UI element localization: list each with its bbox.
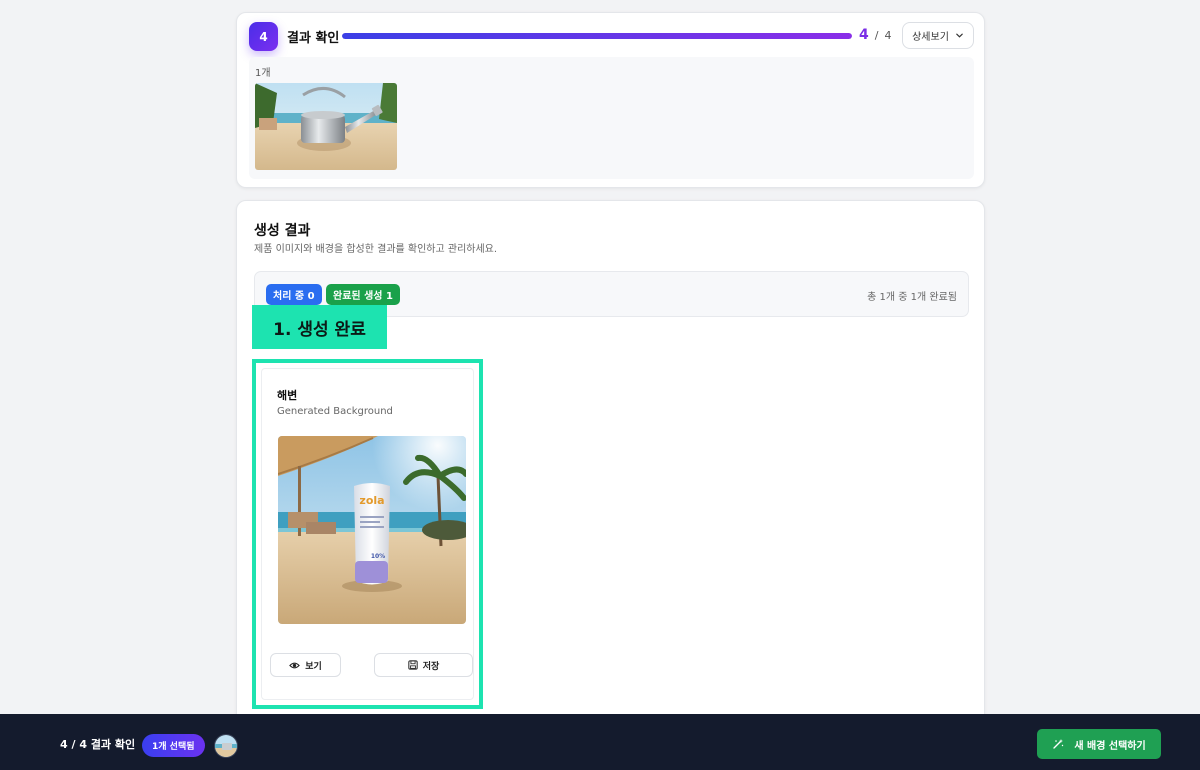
completed-badge: 완료된 생성 1 <box>326 284 400 305</box>
result-card-subtitle: Generated Background <box>277 406 393 417</box>
step-title: 결과 확인 <box>287 31 340 46</box>
selected-count-badge: 1개 선택됨 <box>142 734 205 757</box>
eye-icon <box>289 662 301 668</box>
processing-badge: 처리 중 0 <box>266 284 322 305</box>
view-button-label: 보기 <box>305 661 322 672</box>
result-card-title: 해변 <box>277 389 298 402</box>
sunscreen-on-beach-image: zola 10% <box>278 436 466 624</box>
save-button[interactable]: 저장 <box>374 653 473 677</box>
view-button[interactable]: 보기 <box>270 653 341 677</box>
step-separator: / <box>874 29 879 42</box>
selected-count-label: 1개 <box>255 68 271 79</box>
bottom-action-bar: 4 / 4 결과 확인 1개 선택됨 새 배경 선택하기 <box>0 714 1200 770</box>
result-card: 해변 Generated Background zola 10% 보기 저장 <box>261 368 474 700</box>
bottom-step-status: 4 / 4 결과 확인 <box>60 738 136 751</box>
watering-can-beach-image <box>255 83 397 170</box>
step-card: 4 결과 확인 4 / 4 상세보기 1개 <box>236 12 985 188</box>
save-icon <box>408 660 418 670</box>
chevron-down-icon <box>956 33 963 38</box>
step-counter: 4 / 4 <box>859 27 891 43</box>
step-number-badge: 4 <box>249 22 278 51</box>
beach-thumbnail-icon <box>215 735 237 757</box>
product-brand: zola <box>359 494 384 507</box>
step-total: 4 <box>884 29 892 42</box>
product-spf: 10% <box>371 553 385 560</box>
result-card-highlight: 해변 Generated Background zola 10% 보기 저장 <box>252 359 483 709</box>
step-progress-fill <box>342 33 852 39</box>
select-new-background-button[interactable]: 새 배경 선택하기 <box>1037 729 1161 759</box>
detail-view-label: 상세보기 <box>912 32 949 43</box>
select-new-background-label: 새 배경 선택하기 <box>1074 740 1146 752</box>
results-subtitle: 제품 이미지와 배경을 합성한 결과를 확인하고 관리하세요. <box>254 244 498 255</box>
results-title: 생성 결과 <box>254 223 311 239</box>
result-image[interactable]: zola 10% <box>278 436 466 624</box>
save-button-label: 저장 <box>422 661 440 672</box>
step-selection-area: 1개 <box>249 57 974 179</box>
selected-thumbnail-avatar[interactable] <box>214 734 238 758</box>
step-current: 4 <box>859 27 869 43</box>
detail-view-button[interactable]: 상세보기 <box>902 22 974 49</box>
status-summary: 총 1개 중 1개 완료됨 <box>867 292 957 303</box>
watering-can-thumbnail[interactable] <box>255 83 397 170</box>
annotation-label: 1. 생성 완료 <box>252 305 387 349</box>
step-progress-bar <box>342 33 852 39</box>
magic-wand-icon <box>1053 739 1064 749</box>
